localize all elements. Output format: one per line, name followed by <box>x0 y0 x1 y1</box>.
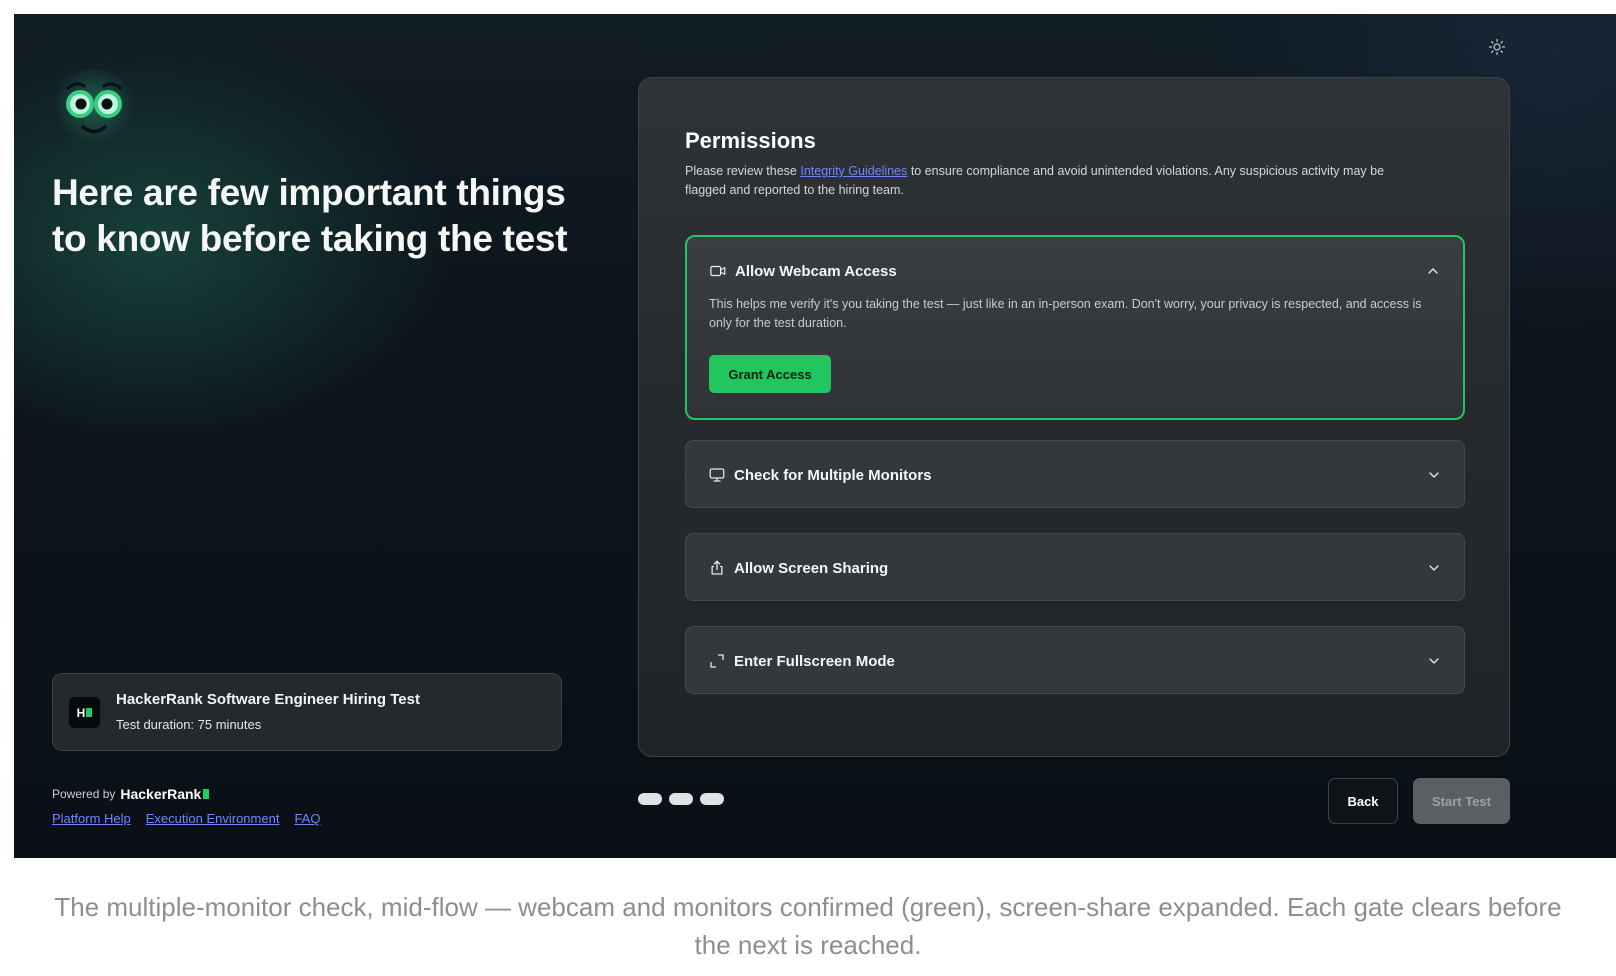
permission-screen-sharing[interactable]: Allow Screen Sharing <box>685 533 1465 601</box>
panel-description: Please review these Integrity Guidelines… <box>685 164 1385 197</box>
permission-fullscreen[interactable]: Enter Fullscreen Mode <box>685 626 1465 694</box>
start-test-button[interactable]: Start Test <box>1413 778 1510 824</box>
hackerrank-logo: H <box>69 697 100 728</box>
back-button[interactable]: Back <box>1328 778 1398 824</box>
faq-link[interactable]: FAQ <box>294 811 320 826</box>
permission-webcam-label: Allow Webcam Access <box>735 262 897 280</box>
integrity-guidelines-link[interactable]: Integrity Guidelines <box>800 164 907 178</box>
permission-monitors-header[interactable]: Check for Multiple Monitors <box>708 441 1442 509</box>
owl-eyes-logo <box>54 70 134 148</box>
step-indicator <box>638 793 724 805</box>
test-title: HackerRank Software Engineer Hiring Test <box>116 691 420 708</box>
chevron-down-icon[interactable] <box>1426 467 1442 483</box>
chevron-up-icon[interactable] <box>1425 263 1441 279</box>
video-camera-icon <box>710 265 726 277</box>
expand-icon <box>710 654 724 668</box>
execution-environment-link[interactable]: Execution Environment <box>146 811 280 826</box>
footer-links: Platform Help Execution Environment FAQ <box>52 811 320 826</box>
permissions-panel: Permissions Please review these Integrit… <box>638 77 1510 757</box>
share-upload-icon <box>711 560 723 575</box>
platform-help-link[interactable]: Platform Help <box>52 811 131 826</box>
powered-by: Powered by HackerRank <box>52 786 210 802</box>
test-duration: Test duration: 75 minutes <box>116 717 262 732</box>
permission-monitors[interactable]: Check for Multiple Monitors <box>685 440 1465 508</box>
permission-fullscreen-label: Enter Fullscreen Mode <box>734 652 895 670</box>
app-frame: Here are few important things to know be… <box>14 14 1616 858</box>
permission-webcam-description: This helps me verify it's you taking the… <box>709 297 1422 330</box>
step-dot <box>638 793 662 805</box>
permission-fullscreen-header[interactable]: Enter Fullscreen Mode <box>708 627 1442 695</box>
monitor-icon <box>709 468 725 482</box>
permission-screen-sharing-label: Allow Screen Sharing <box>734 559 889 577</box>
grant-access-button[interactable]: Grant Access <box>709 355 831 393</box>
permission-screen-sharing-header[interactable]: Allow Screen Sharing <box>708 534 1442 602</box>
chevron-down-icon[interactable] <box>1426 560 1442 576</box>
panel-title: Permissions <box>685 128 816 153</box>
permission-monitors-label: Check for Multiple Monitors <box>734 466 932 484</box>
step-dot <box>700 793 724 805</box>
hackerrank-brand: HackerRank <box>120 786 210 802</box>
step-dot <box>669 793 693 805</box>
sun-icon[interactable] <box>1488 38 1506 56</box>
permission-webcam: Allow Webcam Access This helps me verify… <box>685 235 1465 420</box>
caption: The multiple-monitor check, mid-flow — w… <box>54 892 1562 960</box>
page-headline: Here are few important things to know be… <box>52 172 568 259</box>
chevron-down-icon[interactable] <box>1426 653 1442 669</box>
test-info-card: H HackerRank Software Engineer Hiring Te… <box>52 673 562 751</box>
